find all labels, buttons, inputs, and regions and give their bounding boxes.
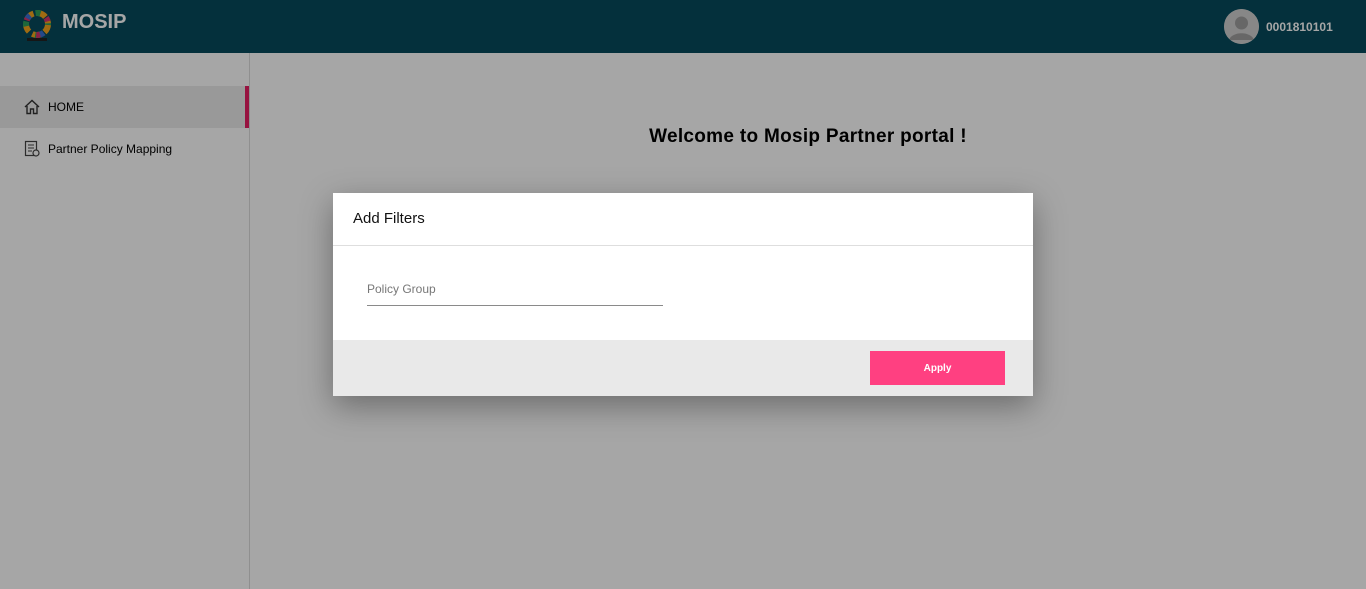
divider xyxy=(333,245,1033,246)
policy-group-input[interactable]: Policy Group xyxy=(367,282,436,296)
dialog-title: Add Filters xyxy=(353,210,425,227)
policy-group-underline xyxy=(367,305,663,306)
apply-button[interactable]: Apply xyxy=(870,351,1005,385)
dialog-footer: Apply xyxy=(333,340,1033,396)
add-filters-dialog: Add Filters Policy Group Apply xyxy=(333,193,1033,396)
